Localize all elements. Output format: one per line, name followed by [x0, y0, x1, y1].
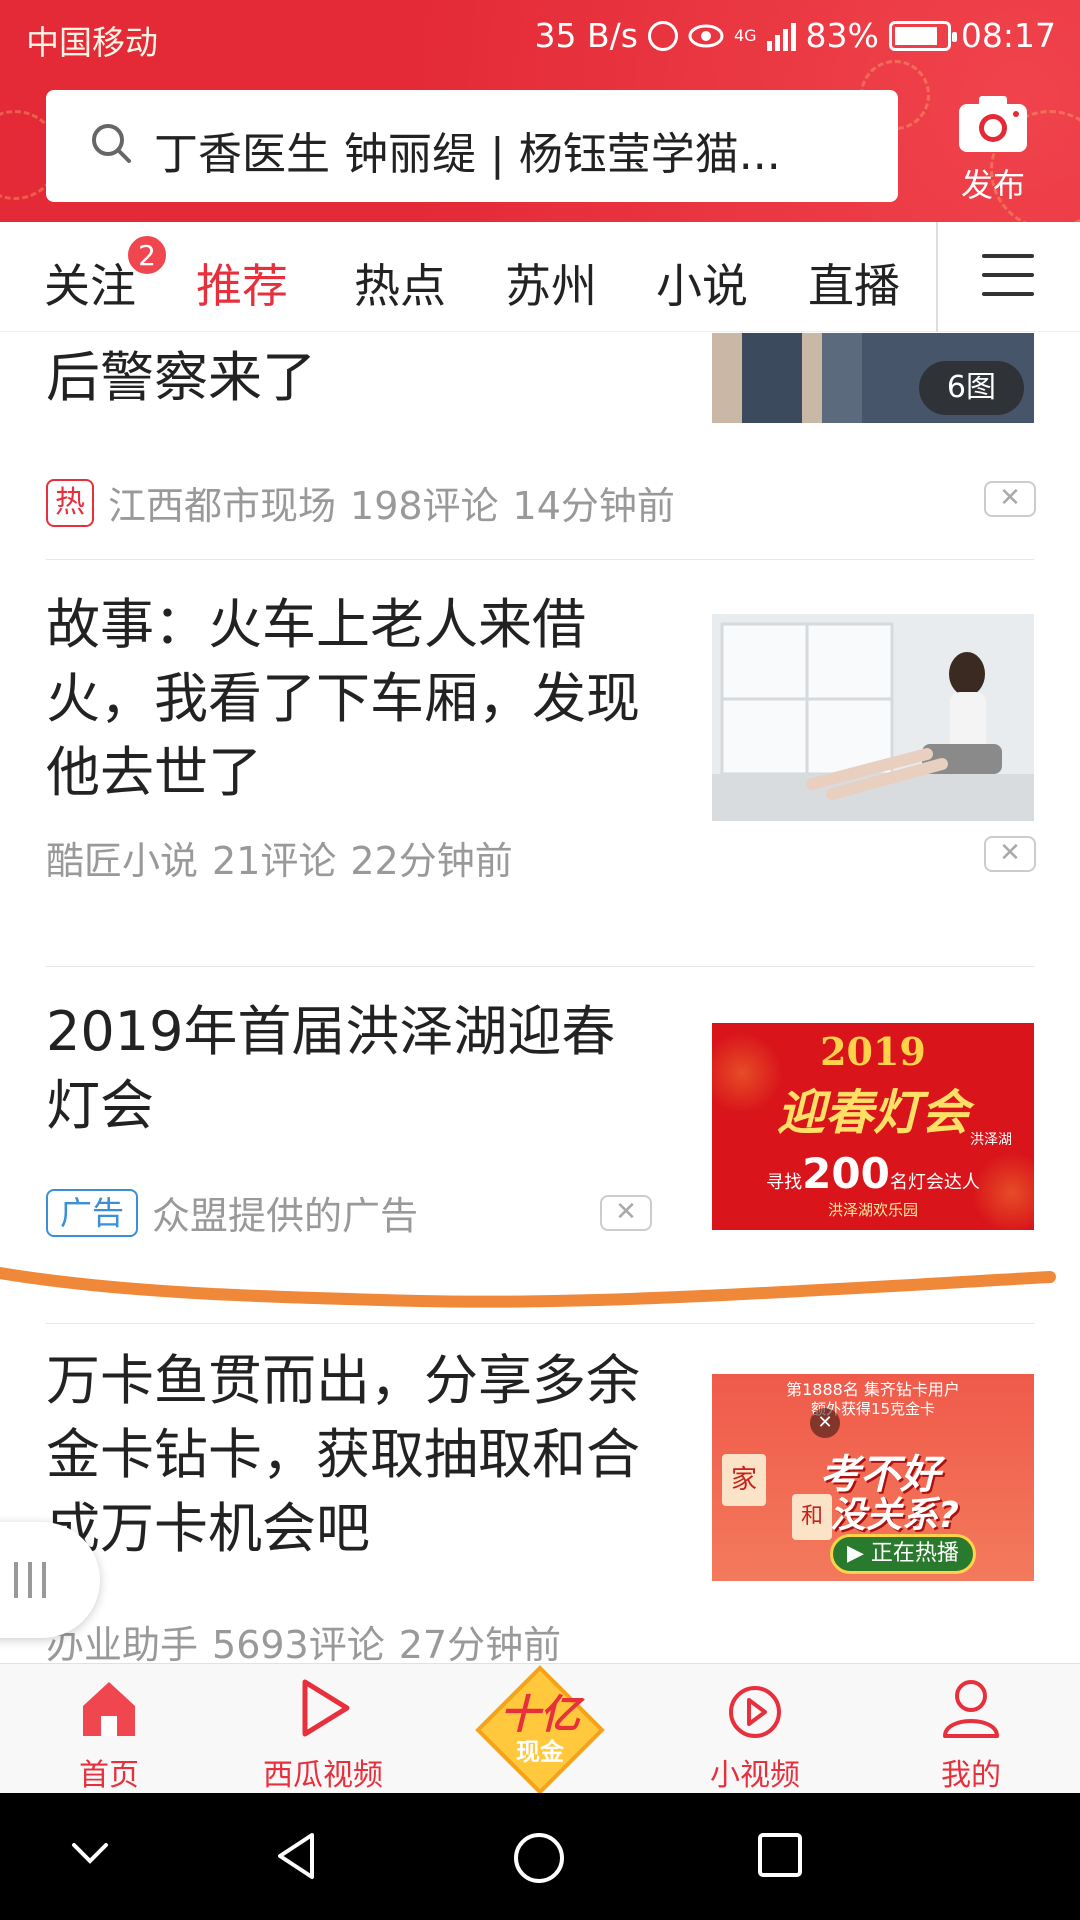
article-thumbnail: 6图 — [712, 333, 1034, 423]
nav-short-video[interactable]: 小视频 — [680, 1672, 830, 1794]
search-icon — [92, 124, 131, 163]
dismiss-button[interactable]: ✕ — [600, 1195, 652, 1231]
ad-place: 洪泽湖 — [970, 1132, 1012, 1148]
article-source: 众盟提供的广告 — [152, 1194, 419, 1238]
network-speed: 35 B/s — [534, 16, 638, 55]
nav-mine[interactable]: 我的 — [896, 1672, 1046, 1794]
camera-icon — [959, 96, 1027, 152]
chevron-down-icon[interactable] — [68, 1831, 112, 1875]
alarm-icon — [647, 20, 678, 51]
home-icon — [83, 1682, 135, 1736]
search-input[interactable]: 丁香医生 钟丽缇 | 杨钰莹学猫... — [46, 90, 898, 202]
tab-suzhou[interactable]: 苏州 — [505, 250, 597, 316]
news-feed: 后警察来了 6图 热 江西都市现场 198评论 14分钟前 ✕ 故事：火车上老人… — [0, 333, 1080, 1663]
battery-icon — [888, 20, 957, 51]
publish-button[interactable]: 发布 — [952, 92, 1034, 206]
article-title: 万卡鱼贯而出，分享多余金卡钻卡，获取抽取和合成万卡机会吧 — [46, 1349, 640, 1560]
article-title: 后警察来了 — [46, 346, 316, 409]
list-item[interactable]: 后警察来了 6图 热 江西都市现场 198评论 14分钟前 ✕ — [46, 333, 1036, 559]
article-source: 江西都市现场 — [108, 484, 337, 528]
ad-tagline: 寻找200名灯会达人 — [766, 1149, 980, 1198]
status-bar: 中国移动 35 B/s 4G 83% 08:17 — [0, 0, 1080, 74]
ad-tag: 广告 — [46, 1188, 139, 1237]
live-badge: ▶ 正在热播 — [830, 1534, 976, 1574]
ad-thumbnail: 2019 迎春灯会 洪泽湖 寻找200名灯会达人 洪泽湖欢乐园 — [712, 1023, 1034, 1230]
article-title: 故事：火车上老人来借火，我看了下车厢，发现他去世了 — [46, 593, 640, 804]
app-header: 中国移动 35 B/s 4G 83% 08:17 丁香医生 钟丽缇 | 杨钰莹学… — [0, 0, 1080, 222]
list-item[interactable]: 万卡鱼贯而出，分享多余金卡钻卡，获取抽取和合成万卡机会吧 第1888名 集齐钻卡… — [46, 1324, 1034, 1663]
back-icon[interactable] — [272, 1831, 322, 1881]
article-thumbnail — [712, 614, 1034, 821]
article-time: 22分钟前 — [350, 839, 513, 883]
promo-cash-button[interactable]: 十亿 现金 — [466, 1656, 614, 1804]
article-meta: 热 江西都市现场 198评论 14分钟前 — [46, 475, 675, 530]
clock: 08:17 — [960, 16, 1056, 55]
tab-novel[interactable]: 小说 — [656, 250, 748, 316]
article-meta: 酷匠小说 21评论 22分钟前 — [46, 830, 513, 885]
search-suggestion-text: 丁香医生 钟丽缇 | 杨钰莹学猫... — [154, 129, 781, 180]
hot-tag: 热 — [46, 478, 94, 527]
article-time: 14分钟前 — [512, 484, 675, 528]
channel-menu-icon[interactable] — [982, 254, 1034, 298]
short-video-icon — [729, 1686, 781, 1738]
dismiss-button[interactable]: ✕ — [984, 836, 1036, 872]
channel-tabs: 关注 2 推荐 热点 苏州 小说 直播 — [0, 222, 1080, 332]
carrier-label: 中国移动 — [26, 23, 158, 62]
tab-follow[interactable]: 关注 — [44, 250, 136, 316]
close-icon: ✕ — [810, 1408, 840, 1438]
nav-xigua-label: 西瓜视频 — [263, 1758, 383, 1793]
dismiss-button[interactable]: ✕ — [984, 481, 1036, 517]
recents-icon[interactable] — [756, 1831, 804, 1879]
publish-label: 发布 — [960, 166, 1025, 204]
article-source: 酷匠小说 — [46, 839, 199, 883]
network-type: 4G — [733, 25, 757, 45]
signal-icon — [766, 21, 796, 51]
article-title: 2019年首届洪泽湖迎春灯会 — [46, 1000, 616, 1137]
tab-hot[interactable]: 热点 — [354, 250, 446, 316]
eye-icon — [688, 24, 724, 47]
follow-badge: 2 — [126, 234, 168, 276]
bottom-navigation: 首页 西瓜视频 十亿 现金 小视频 我的 — [0, 1663, 1080, 1795]
article-meta: 广告 众盟提供的广告 — [46, 1185, 418, 1240]
article-comments: 5693评论 — [212, 1623, 385, 1663]
tabs-divider — [936, 222, 938, 332]
annotation-stroke — [0, 1267, 1056, 1308]
article-comments: 198评论 — [350, 484, 499, 528]
ad-thumbnail: 第1888名 集齐钻卡用户 额外获得15克金卡 家 和 考不好 没关系? ▶ 正… — [712, 1374, 1034, 1581]
user-icon — [943, 1680, 999, 1738]
promo-line2: 现金 — [516, 1738, 564, 1766]
nav-home[interactable]: 首页 — [34, 1672, 184, 1794]
tab-recommend[interactable]: 推荐 — [196, 250, 288, 316]
list-item[interactable]: 故事：火车上老人来借火，我看了下车厢，发现他去世了 酷匠小说 21评论 22分钟… — [46, 560, 1036, 966]
system-navigation-bar — [0, 1793, 1080, 1920]
ad-footer: 洪泽湖欢乐园 — [827, 1201, 918, 1219]
ad-year: 2019 — [820, 1029, 926, 1074]
battery-percent: 83% — [805, 16, 879, 55]
tab-live[interactable]: 直播 — [808, 250, 900, 316]
article-comments: 21评论 — [212, 839, 337, 883]
nav-mine-label: 我的 — [941, 1758, 1001, 1793]
nav-short-video-label: 小视频 — [710, 1758, 800, 1793]
home-button-icon[interactable] — [512, 1831, 566, 1885]
play-icon — [302, 1679, 350, 1737]
photo-count-badge: 6图 — [918, 361, 1024, 415]
nav-xigua-video[interactable]: 西瓜视频 — [248, 1672, 398, 1794]
nav-home-label: 首页 — [79, 1758, 139, 1793]
